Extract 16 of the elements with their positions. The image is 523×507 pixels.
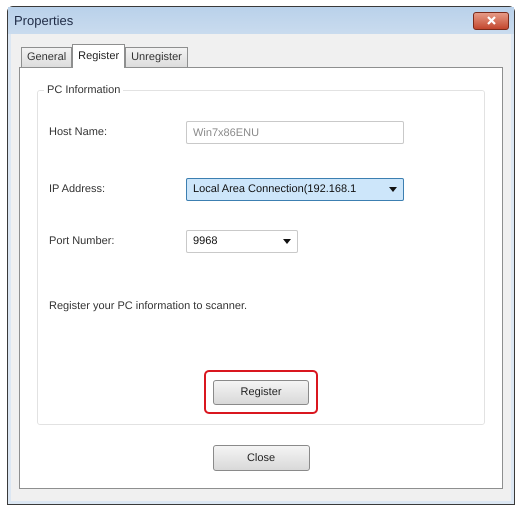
tab[interactable]: Unregister xyxy=(125,47,188,67)
close-dialog-button[interactable]: Close xyxy=(212,445,310,471)
tab[interactable]: Register xyxy=(72,44,126,68)
instruction-text: Register your PC information to scanner. xyxy=(49,299,248,314)
field-label: IP Address: xyxy=(49,182,106,198)
tab[interactable]: General xyxy=(21,47,72,67)
dropdown[interactable]: Local Area Connection(192.168.1 xyxy=(186,178,404,201)
register-button[interactable]: Register xyxy=(213,380,309,405)
field-label: Port Number: xyxy=(49,234,116,250)
field-label: Host Name: xyxy=(49,125,108,140)
window-title: Properties xyxy=(14,12,74,30)
dropdown[interactable]: 9968 xyxy=(186,230,298,253)
close-icon xyxy=(486,16,496,25)
close-button[interactable] xyxy=(473,12,509,30)
caret-icon xyxy=(389,187,397,192)
caret-icon xyxy=(283,239,291,244)
